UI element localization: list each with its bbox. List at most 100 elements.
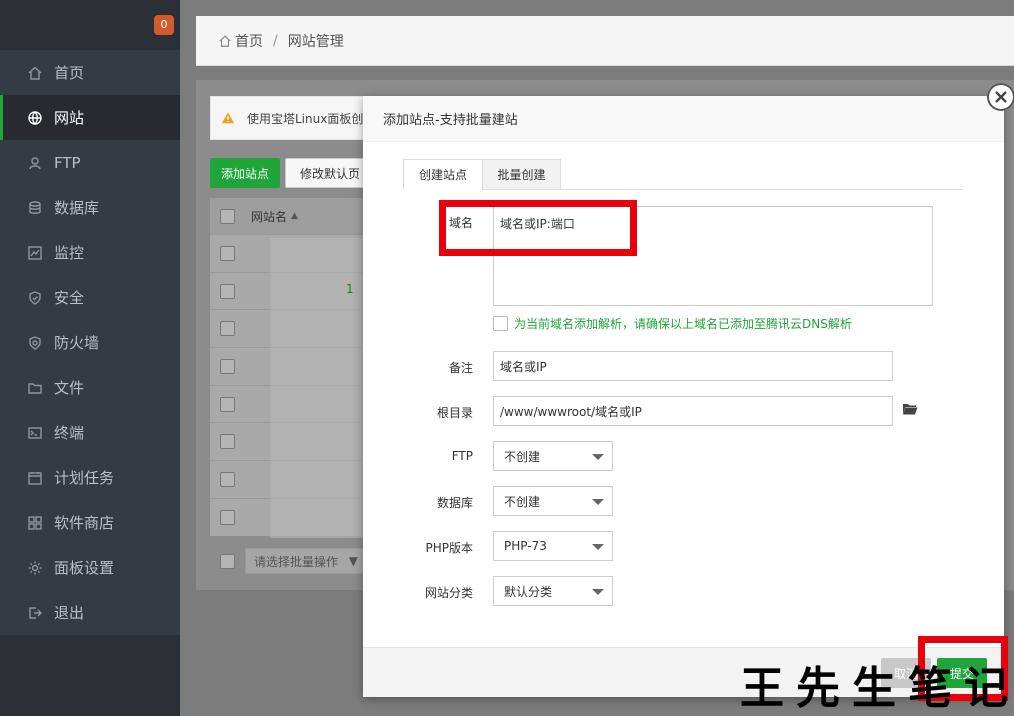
watermark-text: 王先生笔记 bbox=[740, 663, 1014, 714]
dns-resolve-text: 为当前域名添加解析，请确保以上域名已添加至腾讯云DNS解析 bbox=[514, 317, 852, 331]
category-value: 默认分类 bbox=[504, 584, 553, 599]
sidebar-item-terminal[interactable]: 终端 bbox=[0, 410, 180, 455]
home-icon bbox=[26, 64, 44, 82]
site-table: 网站名 ▲ 1 bbox=[210, 198, 380, 538]
chevron-down-icon bbox=[592, 589, 604, 595]
terminal-icon bbox=[26, 424, 44, 442]
sidebar-item-monitor[interactable]: 监控 bbox=[0, 230, 180, 275]
database-select[interactable]: 不创建 bbox=[493, 486, 613, 516]
row-checkbox[interactable] bbox=[220, 321, 235, 337]
add-site-button[interactable]: 添加站点 bbox=[210, 158, 280, 188]
sidebar-item-logout[interactable]: 退出 bbox=[0, 590, 180, 635]
row-checkbox[interactable] bbox=[220, 509, 235, 525]
sidebar-item-label: 软件商店 bbox=[54, 514, 115, 532]
grid-icon bbox=[26, 514, 44, 532]
dns-resolve-option[interactable]: 为当前域名添加解析，请确保以上域名已添加至腾讯云DNS解析 bbox=[493, 315, 852, 332]
warning-text: 使用宝塔Linux面板创建 bbox=[247, 111, 376, 126]
breadcrumb-separator: / bbox=[273, 32, 278, 49]
row-checkbox[interactable] bbox=[220, 434, 235, 450]
sidebar-footer bbox=[0, 635, 180, 716]
chevron-down-icon bbox=[592, 499, 604, 505]
row-checkbox[interactable] bbox=[220, 283, 235, 299]
batch-select-checkbox[interactable] bbox=[220, 553, 235, 569]
breadcrumb-home[interactable]: 首页 bbox=[235, 31, 263, 51]
domain-label: 域名 bbox=[448, 216, 473, 230]
php-version-value: PHP-73 bbox=[504, 539, 547, 553]
gear-icon bbox=[26, 559, 44, 577]
sidebar-item-store[interactable]: 软件商店 bbox=[0, 500, 180, 545]
column-site-name[interactable]: 网站名 bbox=[251, 208, 287, 225]
sort-asc-icon[interactable]: ▲ bbox=[291, 211, 298, 221]
folder-open-icon[interactable] bbox=[902, 402, 918, 416]
chevron-down-icon: ▼ bbox=[348, 554, 358, 568]
ftp-label: FTP bbox=[451, 449, 473, 463]
sidebar-item-security[interactable]: 安全 bbox=[0, 275, 180, 320]
sidebar-item-label: FTP bbox=[54, 153, 81, 172]
sidebar-item-label: 数据库 bbox=[54, 199, 100, 217]
sidebar-item-label: 网站 bbox=[54, 109, 85, 127]
category-select[interactable]: 默认分类 bbox=[493, 576, 613, 606]
sidebar-item-label: 监控 bbox=[54, 244, 85, 262]
batch-select-placeholder: 请选择批量操作 bbox=[254, 554, 339, 569]
home-icon bbox=[219, 34, 231, 47]
sidebar-item-website[interactable]: 网站 bbox=[0, 95, 180, 140]
domain-textarea[interactable]: 域名或IP:端口 bbox=[493, 206, 933, 306]
warning-bar: 使用宝塔Linux面板创建 bbox=[210, 96, 380, 140]
database-icon bbox=[26, 199, 44, 217]
tab-batch-create[interactable]: 批量创建 bbox=[482, 159, 561, 190]
database-select-value: 不创建 bbox=[504, 494, 541, 509]
notification-badge[interactable]: 0 bbox=[154, 15, 174, 35]
breadcrumb: 首页 / 网站管理 bbox=[196, 16, 1014, 66]
sidebar-item-firewall[interactable]: 防火墙 bbox=[0, 320, 180, 365]
monitor-icon bbox=[26, 244, 44, 262]
batch-actions: 请选择批量操作 ▼ bbox=[210, 546, 380, 576]
sidebar-item-settings[interactable]: 面板设置 bbox=[0, 545, 180, 590]
row-checkbox[interactable] bbox=[220, 396, 235, 412]
root-dir-label: 根目录 bbox=[436, 406, 473, 420]
sidebar-header: 0 bbox=[0, 0, 180, 50]
row-checkbox[interactable] bbox=[220, 471, 235, 487]
ftp-select[interactable]: 不创建 bbox=[493, 441, 613, 471]
sidebar-item-label: 退出 bbox=[54, 604, 85, 622]
chevron-down-icon bbox=[592, 544, 604, 550]
table-header: 网站名 ▲ bbox=[210, 198, 380, 234]
database-label: 数据库 bbox=[436, 496, 473, 510]
sidebar-item-cron[interactable]: 计划任务 bbox=[0, 455, 180, 500]
close-button[interactable] bbox=[987, 83, 1014, 111]
row-value: 1 bbox=[346, 282, 354, 296]
firewall-icon bbox=[26, 334, 44, 352]
sidebar-item-ftp[interactable]: FTP bbox=[0, 140, 180, 185]
root-dir-input[interactable]: /www/wwwroot/域名或IP bbox=[493, 396, 893, 426]
edit-default-page-button[interactable]: 修改默认页 bbox=[285, 158, 375, 188]
sidebar-item-label: 防火墙 bbox=[54, 334, 100, 352]
sidebar-item-label: 文件 bbox=[54, 379, 85, 397]
sidebar-item-label: 终端 bbox=[54, 424, 85, 442]
row-checkbox[interactable] bbox=[220, 245, 235, 261]
dialog-title: 添加站点-支持批量建站 bbox=[363, 96, 1004, 142]
sidebar-item-label: 安全 bbox=[54, 289, 85, 307]
sidebar-item-database[interactable]: 数据库 bbox=[0, 185, 180, 230]
ftp-select-value: 不创建 bbox=[504, 449, 541, 464]
sidebar-item-files[interactable]: 文件 bbox=[0, 365, 180, 410]
breadcrumb-current: 网站管理 bbox=[287, 33, 344, 50]
tab-create-site[interactable]: 创建站点 bbox=[403, 159, 483, 190]
calendar-icon bbox=[26, 469, 44, 487]
sidebar-item-label: 首页 bbox=[54, 64, 85, 82]
close-icon bbox=[995, 91, 1007, 103]
remark-label: 备注 bbox=[448, 361, 473, 375]
dns-resolve-checkbox[interactable] bbox=[493, 316, 508, 331]
logout-icon bbox=[26, 604, 44, 622]
root-dir-value: /www/wwwroot/域名或IP bbox=[500, 404, 642, 419]
batch-operation-select[interactable]: 请选择批量操作 ▼ bbox=[245, 548, 365, 574]
domain-placeholder: 域名或IP:端口 bbox=[500, 217, 575, 231]
sidebar-item-label: 计划任务 bbox=[54, 469, 115, 487]
sidebar-item-home[interactable]: 首页 bbox=[0, 50, 180, 95]
sidebar-item-label: 面板设置 bbox=[54, 559, 115, 577]
chevron-down-icon bbox=[592, 454, 604, 460]
sidebar: 0 首页 网站 FTP 数据库 监控 安全 防火墙 文件 终端 计划任务 软件商… bbox=[0, 0, 180, 716]
remark-input[interactable]: 域名或IP bbox=[493, 351, 893, 381]
select-all-checkbox[interactable] bbox=[220, 208, 235, 224]
php-version-select[interactable]: PHP-73 bbox=[493, 531, 613, 561]
remark-value: 域名或IP bbox=[500, 359, 547, 374]
row-checkbox[interactable] bbox=[220, 358, 235, 374]
